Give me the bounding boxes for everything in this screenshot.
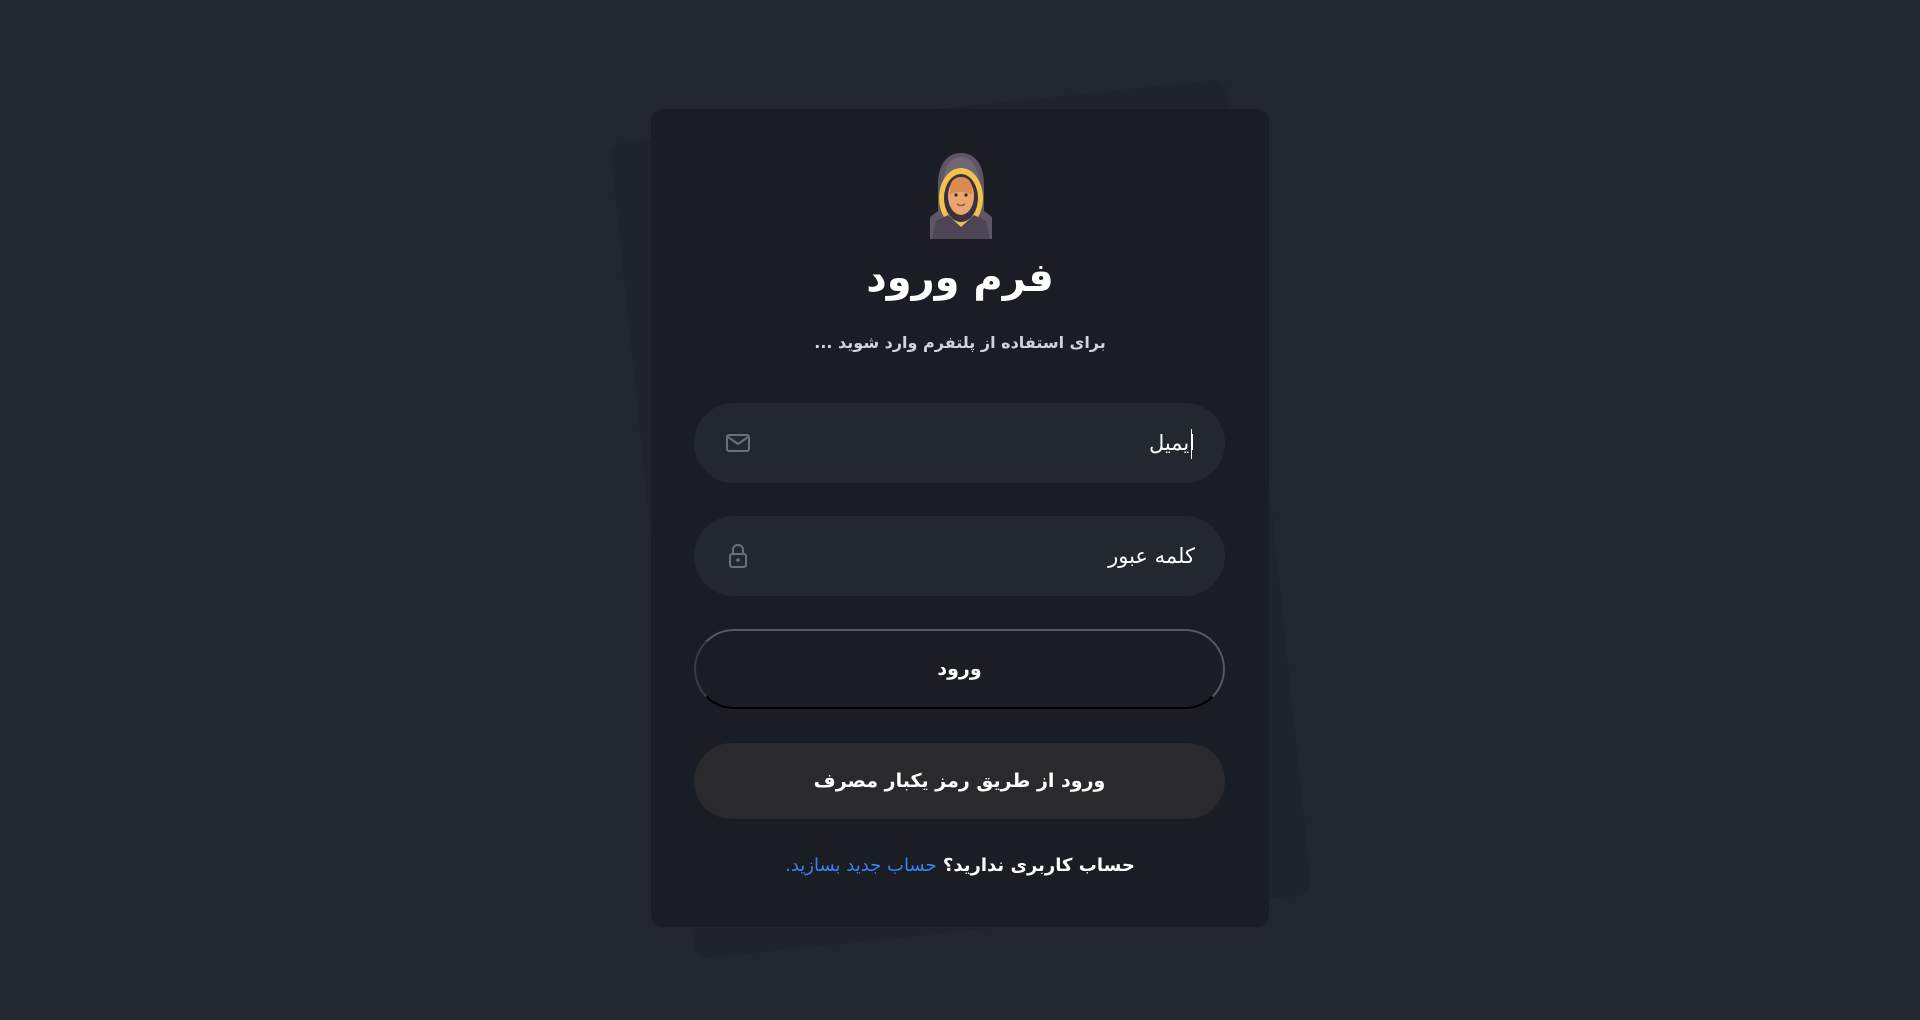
hooded-user-avatar-icon xyxy=(930,153,992,239)
password-input[interactable] xyxy=(774,516,1195,596)
form-subtitle: برای استفاده از پلتفرم وارد شوید ... xyxy=(814,333,1106,352)
text-caret xyxy=(1191,429,1192,459)
form-title: فرم ورود xyxy=(866,255,1054,301)
page-stage: فرم ورود برای استفاده از پلتفرم وارد شوی… xyxy=(0,0,1920,1020)
email-field-wrapper[interactable] xyxy=(694,403,1225,483)
mail-icon xyxy=(726,434,750,452)
lock-icon xyxy=(729,543,747,568)
otp-login-button[interactable]: ورود از طریق رمز یکبار مصرف xyxy=(694,743,1225,819)
email-input[interactable] xyxy=(774,403,1195,483)
signup-prompt: حساب کاربری ندارید؟ حساب جدید بسازید. xyxy=(651,855,1269,876)
login-button[interactable]: ورود xyxy=(694,629,1225,709)
login-card: فرم ورود برای استفاده از پلتفرم وارد شوی… xyxy=(651,109,1269,927)
signup-link[interactable]: حساب جدید بسازید. xyxy=(785,855,937,876)
signup-text: حساب کاربری ندارید؟ xyxy=(942,855,1135,876)
password-field-wrapper[interactable] xyxy=(694,516,1225,596)
